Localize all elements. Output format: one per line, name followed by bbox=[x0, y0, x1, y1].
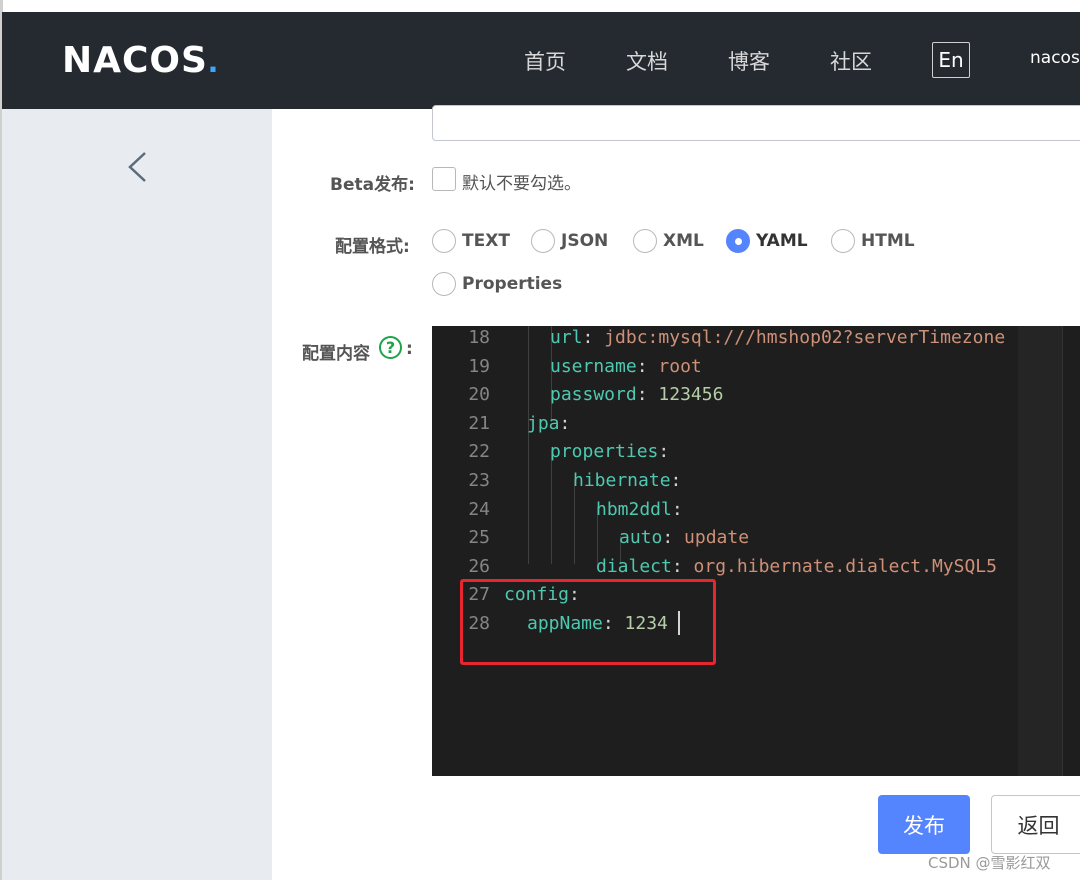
yaml-separator: : bbox=[662, 527, 685, 549]
code-text: dialect: org.hibernate.dialect.MySQL5 bbox=[596, 553, 997, 581]
nacos-logo[interactable]: NACOS. bbox=[62, 39, 218, 81]
yaml-separator: : bbox=[582, 327, 605, 348]
nav-docs[interactable]: 文档 bbox=[626, 46, 668, 76]
yaml-key: jpa bbox=[527, 412, 560, 434]
logo-text: NACOS bbox=[62, 39, 208, 81]
language-switch-button[interactable]: En bbox=[932, 42, 970, 78]
yaml-key: username bbox=[550, 355, 637, 377]
line-number: 24 bbox=[468, 498, 490, 520]
radio-json[interactable]: JSON bbox=[531, 229, 608, 253]
radio-text-label: TEXT bbox=[462, 231, 510, 251]
line-number: 19 bbox=[468, 355, 490, 377]
radio-properties-label: Properties bbox=[462, 274, 563, 294]
code-line: 19 username: root bbox=[432, 353, 1032, 381]
code-text: hibernate: bbox=[573, 467, 681, 495]
radio-circle bbox=[531, 229, 555, 253]
line-number: 22 bbox=[468, 441, 490, 463]
yaml-value: update bbox=[684, 527, 750, 549]
radio-circle bbox=[432, 229, 456, 253]
description-textarea[interactable] bbox=[432, 105, 1080, 141]
radio-html-label: HTML bbox=[861, 231, 915, 251]
yaml-value: root bbox=[658, 355, 702, 377]
code-line: 23 hibernate: bbox=[432, 467, 1032, 495]
yaml-value: org.hibernate.dialect.MySQL5 bbox=[693, 555, 997, 577]
code-line: 18 url: jdbc:mysql:///hmshop02?serverTime… bbox=[432, 324, 1032, 352]
radio-circle bbox=[633, 229, 657, 253]
code-text: jpa: bbox=[527, 410, 570, 438]
sidebar bbox=[2, 109, 272, 880]
yaml-key: properties bbox=[550, 441, 659, 463]
yaml-key: auto bbox=[619, 527, 663, 549]
annotation-highlight-box bbox=[460, 579, 716, 665]
yaml-value: 123456 bbox=[658, 384, 724, 406]
radio-xml-label: XML bbox=[663, 231, 704, 251]
line-number: 25 bbox=[468, 527, 490, 549]
code-line: 25 auto: update bbox=[432, 524, 1032, 552]
back-button[interactable]: 返回 bbox=[991, 795, 1080, 854]
code-line: 21 jpa: bbox=[432, 410, 1032, 438]
user-menu[interactable]: nacos bbox=[1030, 48, 1080, 68]
publish-button[interactable]: 发布 bbox=[878, 795, 970, 854]
help-icon[interactable]: ? bbox=[379, 336, 402, 359]
code-line: 22 properties: bbox=[432, 438, 1032, 466]
code-text: hbm2ddl: bbox=[596, 496, 683, 524]
code-line: 20 password: 123456 bbox=[432, 381, 1032, 409]
line-number: 20 bbox=[468, 384, 490, 406]
yaml-separator: : bbox=[636, 355, 659, 377]
watermark: CSDN @雪影红双 bbox=[928, 854, 1051, 872]
radio-yaml[interactable]: YAML bbox=[726, 229, 808, 253]
yaml-separator: : bbox=[658, 441, 670, 463]
line-number: 23 bbox=[468, 470, 490, 491]
yaml-key: url bbox=[550, 327, 583, 348]
code-line: 26 dialect: org.hibernate.dialect.MySQL5 bbox=[432, 553, 1032, 581]
line-number: 21 bbox=[468, 412, 490, 434]
radio-html[interactable]: HTML bbox=[831, 229, 915, 253]
nav-home[interactable]: 首页 bbox=[524, 46, 566, 76]
code-text: properties: bbox=[550, 438, 669, 466]
code-text: username: root bbox=[550, 353, 702, 381]
collapse-sidebar-arrow-icon[interactable] bbox=[125, 150, 151, 184]
radio-text[interactable]: TEXT bbox=[432, 229, 510, 253]
yaml-separator: : bbox=[636, 384, 659, 406]
top-navbar: NACOS. 首页 文档 博客 社区 En nacos bbox=[2, 12, 1080, 109]
beta-checkbox-label: 默认不要勾选。 bbox=[462, 174, 581, 194]
radio-properties[interactable]: Properties bbox=[432, 272, 562, 296]
line-number: 18 bbox=[468, 327, 490, 348]
yaml-key: hibernate bbox=[573, 470, 671, 491]
content-label-colon: : bbox=[406, 339, 413, 359]
yaml-key: dialect bbox=[596, 555, 672, 577]
editor-scrollbar[interactable] bbox=[1062, 326, 1080, 776]
code-text: url: jdbc:mysql:///hmshop02?serverTimezo… bbox=[550, 324, 1005, 352]
radio-circle-checked bbox=[726, 229, 750, 253]
yaml-key: password bbox=[550, 384, 637, 406]
logo-dot: . bbox=[207, 39, 218, 80]
radio-xml[interactable]: XML bbox=[633, 229, 704, 253]
beta-label: Beta发布: bbox=[330, 175, 415, 195]
yaml-separator: : bbox=[671, 498, 683, 520]
yaml-separator: : bbox=[559, 412, 571, 434]
radio-circle bbox=[831, 229, 855, 253]
nav-blog[interactable]: 博客 bbox=[728, 46, 770, 76]
beta-checkbox[interactable] bbox=[432, 167, 456, 191]
code-text: password: 123456 bbox=[550, 381, 723, 409]
nav-community[interactable]: 社区 bbox=[830, 46, 872, 76]
code-line: 24 hbm2ddl: bbox=[432, 496, 1032, 524]
code-text: auto: update bbox=[619, 524, 749, 552]
line-number: 26 bbox=[468, 555, 490, 577]
content-label: 配置内容 bbox=[302, 344, 370, 364]
yaml-value: jdbc:mysql:///hmshop02?serverTimezone bbox=[604, 327, 1006, 348]
radio-yaml-label: YAML bbox=[756, 231, 808, 251]
yaml-separator: : bbox=[670, 470, 682, 491]
radio-json-label: JSON bbox=[561, 231, 609, 251]
top-strip bbox=[0, 0, 1080, 12]
format-label: 配置格式: bbox=[335, 237, 410, 257]
radio-circle bbox=[432, 272, 456, 296]
yaml-separator: : bbox=[671, 555, 694, 577]
yaml-key: hbm2ddl bbox=[596, 498, 672, 520]
